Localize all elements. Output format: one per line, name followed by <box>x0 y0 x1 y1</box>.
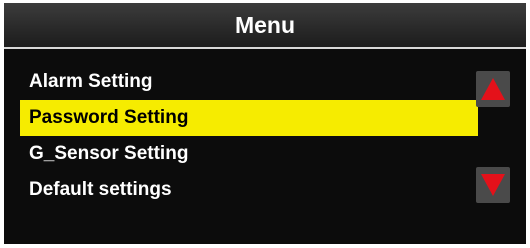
menu-item-label: G_Sensor Setting <box>29 143 189 164</box>
menu-list: Alarm Setting Password Setting G_Sensor … <box>20 64 478 208</box>
scroll-up-button[interactable] <box>476 71 510 107</box>
menu-screen: Menu Alarm Setting Password Setting G_Se… <box>4 3 526 244</box>
scroll-down-button[interactable] <box>476 167 510 203</box>
menu-item-default-settings[interactable]: Default settings <box>20 172 478 208</box>
triangle-up-icon <box>481 78 505 100</box>
triangle-down-icon <box>481 174 505 196</box>
menu-item-g-sensor-setting[interactable]: G_Sensor Setting <box>20 136 478 172</box>
menu-item-label: Password Setting <box>29 107 189 128</box>
menu-item-label: Alarm Setting <box>29 71 153 92</box>
menu-header: Menu <box>4 3 526 49</box>
page-title: Menu <box>234 12 296 38</box>
menu-item-label: Default settings <box>29 179 172 200</box>
menu-item-password-setting[interactable]: Password Setting <box>20 100 478 136</box>
menu-item-alarm-setting[interactable]: Alarm Setting <box>20 64 478 100</box>
